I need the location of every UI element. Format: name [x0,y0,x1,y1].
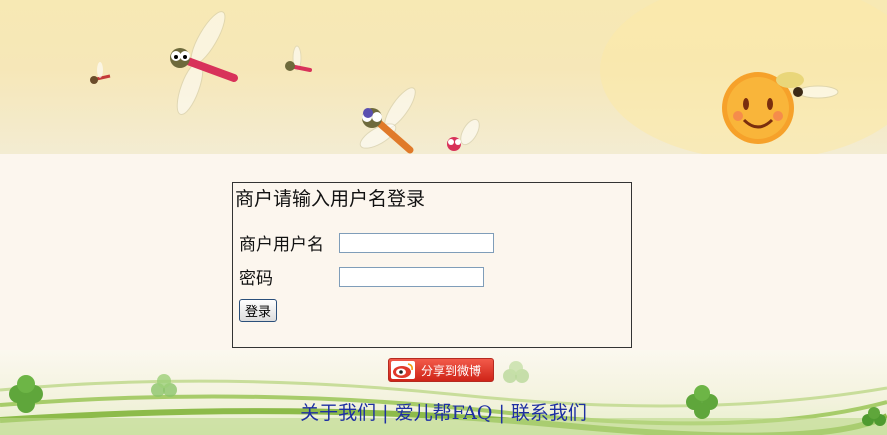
footer-link-about-us[interactable]: 关于我们 [300,402,376,424]
weibo-logo-icon [391,361,415,379]
dragonfly-icon [359,87,416,154]
username-label: 商户用户名 [239,235,324,255]
password-input[interactable] [339,267,484,287]
banner-illustration [90,0,887,154]
clover-icon [151,374,177,397]
login-title: 商户请输入用户名登录 [235,188,426,210]
dragonfly-icon [447,118,480,151]
footer-link-faq[interactable]: 爱儿帮FAQ [395,402,493,424]
login-button[interactable]: 登录 [239,299,278,322]
header-banner [0,0,887,154]
dragonfly-icon [170,11,238,115]
footer-link-contact-us[interactable]: 联系我们 [511,402,587,424]
username-input[interactable] [339,233,494,253]
password-label: 密码 [239,269,273,289]
footer-links: 关于我们 | 爱儿帮FAQ | 联系我们 [0,398,887,425]
share-to-weibo-button[interactable]: 分享到微博 [388,358,494,382]
footer-separator: | [498,402,505,424]
dragonfly-icon [285,45,312,72]
footer-separator: | [382,402,389,424]
clover-icon [503,361,529,383]
share-label: 分享到微博 [421,364,482,378]
login-panel: 商户请输入用户名登录 商户用户名 密码 登录 [232,182,632,348]
dragonfly-icon [90,62,111,84]
